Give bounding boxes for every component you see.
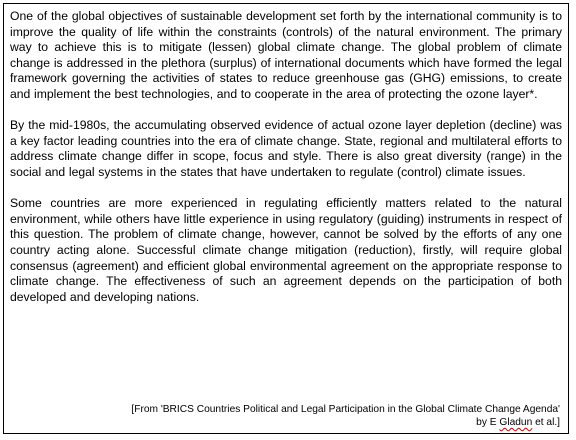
source-by: by E [476, 417, 500, 428]
source-etal: et al.] [532, 417, 560, 428]
paragraph-3: Some countries are more experienced in r… [10, 196, 562, 304]
source-author: Gladun [499, 417, 533, 428]
source-line-2: by E Gladun et al.] [40, 416, 560, 429]
paragraph-1: One of the global objectives of sustaina… [10, 9, 562, 101]
paragraph-2: By the mid-1980s, the accumulating obser… [10, 118, 562, 179]
source-line-1: [From 'BRICS Countries Political and Leg… [131, 404, 560, 415]
source-citation: [From 'BRICS Countries Political and Leg… [40, 403, 560, 429]
passage-box: One of the global objectives of sustaina… [3, 3, 569, 434]
